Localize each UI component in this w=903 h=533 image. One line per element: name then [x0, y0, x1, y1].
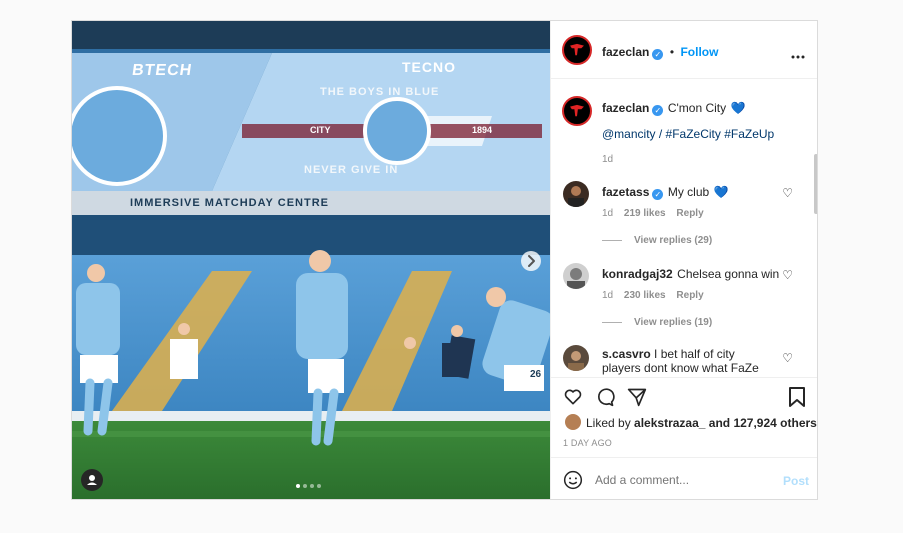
jersey-number: 26: [530, 369, 542, 380]
header-separator: •: [669, 45, 675, 59]
comment-username[interactable]: s.casvro: [602, 347, 651, 361]
carousel-dot: [310, 484, 314, 488]
comment-username[interactable]: fazetass: [602, 185, 649, 199]
likes-prefix: Liked by: [586, 416, 631, 430]
stand-text-year: 1894: [472, 125, 493, 135]
user-tag-icon: [87, 475, 97, 485]
faze-logo-icon: [570, 43, 584, 56]
stadium-photo: [72, 21, 550, 499]
chevron-right-icon: [528, 255, 535, 267]
comment-text: Chelsea gonna win: [677, 267, 780, 281]
avatar[interactable]: [562, 35, 592, 65]
comment-meta: 1d 219 likes Reply: [602, 208, 704, 219]
verified-icon: ✓: [652, 189, 664, 200]
stand-banner-right: TECNO: [402, 59, 456, 75]
avatar-photo: [568, 351, 584, 371]
caption-time: 1d: [602, 154, 614, 165]
stand-text-city: CITY: [310, 125, 331, 135]
comment-input[interactable]: [595, 471, 765, 489]
stadium-board-text: IMMERSIVE MATCHDAY CENTRE: [130, 197, 329, 209]
comment-time: 1d: [602, 290, 614, 301]
avatar-photo: [567, 268, 585, 289]
caption-line: fazeclan ✓ C'mon City 💙: [602, 99, 746, 117]
avatar[interactable]: [563, 345, 589, 371]
post-image[interactable]: BTECH TECNO THE BOYS IN BLUE CITY 1894 N…: [72, 21, 550, 499]
add-comment-bar: Post: [551, 457, 817, 499]
comments-list[interactable]: fazeclan ✓ C'mon City 💙 @mancity / #FaZeC…: [551, 80, 817, 376]
comment-icon[interactable]: [595, 387, 615, 407]
header-username[interactable]: fazeclan: [602, 45, 649, 59]
carousel-dot: [303, 484, 307, 488]
next-image-button[interactable]: [521, 251, 541, 271]
like-comment-icon[interactable]: ♡: [782, 268, 793, 282]
avatar[interactable]: [565, 414, 581, 430]
carousel-indicator: [296, 484, 321, 488]
carousel-dot: [296, 484, 300, 488]
avatar[interactable]: [563, 181, 589, 207]
comment-reply-button[interactable]: Reply: [676, 290, 703, 301]
header-user: fazeclan ✓ • Follow: [602, 43, 718, 61]
avatar-photo: [568, 186, 584, 207]
stand-banner-left: BTECH: [130, 62, 194, 79]
caption-username[interactable]: fazeclan: [602, 101, 649, 115]
faze-logo-icon: [570, 104, 584, 117]
like-comment-icon[interactable]: ♡: [782, 351, 793, 365]
verified-icon: ✓: [652, 105, 664, 116]
post-timestamp[interactable]: 1 DAY AGO: [563, 438, 612, 448]
more-horizontal-icon: [791, 55, 805, 59]
caption-tags[interactable]: @mancity / #FaZeCity #FaZeUp: [602, 127, 774, 141]
comment-likes[interactable]: 219 likes: [624, 208, 666, 219]
blue-heart-icon: 💙: [713, 185, 729, 199]
blue-heart-icon: 💙: [730, 101, 746, 115]
comment-username[interactable]: konradgaj32: [602, 267, 673, 281]
like-comment-icon[interactable]: ♡: [782, 186, 793, 200]
likes-user[interactable]: alekstrazaa_: [634, 416, 705, 430]
comment-text: My club: [667, 185, 710, 199]
likes-summary: Liked by alekstrazaa_ and 127,924 others: [586, 416, 817, 430]
stand-text-never: NEVER GIVE IN: [304, 164, 399, 176]
comment-time: 1d: [602, 208, 614, 219]
more-options-button[interactable]: [791, 47, 805, 59]
heart-icon[interactable]: [563, 387, 583, 407]
likes-count[interactable]: and 127,924 others: [709, 416, 817, 430]
stand-text-boys: THE BOYS IN BLUE: [320, 86, 440, 98]
post-card: BTECH TECNO THE BOYS IN BLUE CITY 1894 N…: [71, 20, 818, 500]
comment-reply-button[interactable]: Reply: [676, 208, 703, 219]
post-comment-button[interactable]: Post: [783, 474, 809, 488]
comment-likes[interactable]: 230 likes: [624, 290, 666, 301]
comment-line: fazetass ✓ My club 💙: [602, 183, 729, 201]
avatar[interactable]: [563, 263, 589, 289]
comment-line: s.casvro I bet half of city players dont…: [602, 347, 772, 376]
emoji-icon[interactable]: [563, 470, 583, 490]
post-side-panel: fazeclan ✓ • Follow fazeclan ✓ C'mon City …: [550, 21, 817, 499]
comments-scrollbar[interactable]: [814, 154, 817, 214]
follow-button[interactable]: Follow: [680, 45, 718, 59]
carousel-dot: [317, 484, 321, 488]
avatar[interactable]: [562, 96, 592, 126]
comment-line: konradgaj32 Chelsea gonna win: [602, 265, 779, 283]
view-replies-button[interactable]: View replies (29): [602, 235, 712, 246]
verified-icon: ✓: [652, 49, 664, 60]
bookmark-icon[interactable]: [787, 386, 807, 408]
user-tag-button[interactable]: [81, 469, 103, 491]
post-header: fazeclan ✓ • Follow: [551, 21, 817, 79]
view-replies-button[interactable]: View replies (19): [602, 317, 712, 328]
post-actions: Liked by alekstrazaa_ and 127,924 others…: [551, 377, 817, 457]
share-icon[interactable]: [627, 387, 647, 407]
caption-text: C'mon City: [667, 101, 727, 115]
comment-meta: 1d 230 likes Reply: [602, 290, 704, 301]
